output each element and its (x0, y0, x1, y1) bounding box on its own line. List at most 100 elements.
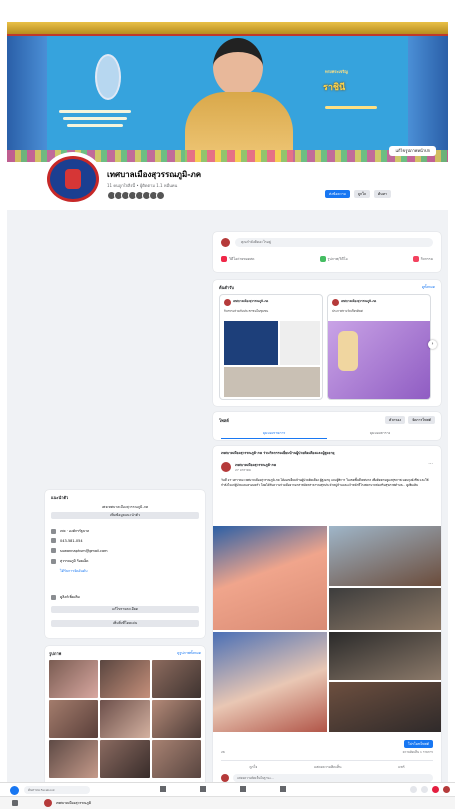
boost-post-button[interactable]: โปรโมทโพสต์ (403, 740, 433, 748)
featured-card[interactable]: เทศบาลเมืองสุวรรณภูมิ-ภค กิจกรรมร่วมกับป… (219, 294, 323, 400)
featured-image (280, 321, 320, 365)
add-bio-button[interactable]: เพิ่มข้อมูลแนะนำตัว (51, 512, 199, 519)
avatar (332, 299, 339, 306)
info-icon (51, 528, 56, 534)
intro-row-text[interactable]: ดูลิงก์เพิ่มเติม (60, 594, 80, 600)
post-photo[interactable] (213, 526, 327, 630)
create-post-card: คุณกำลังคิดอะไรอยู่ วิดีโอถ่ายทอดสด รูปภ… (213, 232, 441, 272)
post-timestamp[interactable]: 27 มกราคม (235, 468, 251, 473)
video-icon[interactable] (200, 786, 206, 792)
featured-section: ต้นตำรับ ดูทั้งหมด เทศบาลเมืองสุวรรณภูมิ… (213, 280, 441, 406)
comment-action-button[interactable]: แสดงความคิดเห็น (314, 764, 341, 770)
photos-grid (49, 660, 201, 778)
photo-thumbnail[interactable] (100, 700, 150, 738)
photo-thumbnail[interactable] (49, 740, 99, 778)
more-options-icon[interactable]: ··· (428, 461, 433, 467)
intro-row-email: suwannaphum@gmail.com (51, 548, 108, 553)
posts-view-tabs: มุมมองรายการ มุมมองตาราง (221, 430, 433, 439)
account-avatar[interactable] (443, 786, 450, 793)
photo-thumbnail[interactable] (49, 700, 99, 738)
facebook-bottom-bar: ค้นหาบน Facebook (0, 782, 455, 796)
post-photo[interactable] (329, 588, 441, 630)
edit-details-button[interactable]: แก้ไขรายละเอียด (51, 606, 199, 613)
see-all-photos-link[interactable]: ดูรูปภาพทั้งหมด (177, 650, 201, 656)
reaction-count[interactable]: 26 (221, 750, 225, 755)
intro-row-text: สุวรรณภูมิ ร้อยเอ็ด (60, 559, 89, 563)
featured-image (224, 321, 278, 365)
chevron-right-icon[interactable]: › (428, 340, 437, 349)
intro-row-text: เพจ · องค์กรรัฐบาล (60, 529, 90, 533)
menu-icon[interactable] (410, 786, 417, 793)
edit-cover-button[interactable]: แก้ไขรูปภาพหน้าปก (389, 146, 436, 156)
photo-thumbnail[interactable] (100, 660, 150, 698)
search-button[interactable]: ค้นหา (373, 190, 391, 198)
intro-row-links: ดูลิงก์เพิ่มเติม (51, 594, 80, 600)
intro-description: เพจเทศบาลเมืองสุวรรณภูมิ-ภค (101, 505, 149, 509)
cover-name-text: ราชินี (323, 83, 346, 93)
message-button[interactable]: ส่งข้อความ (325, 190, 350, 198)
add-featured-button[interactable]: เพิ่มสิ่งที่โดดเด่น (51, 620, 199, 627)
featured-image (224, 367, 320, 397)
page-icon (12, 800, 18, 806)
manage-posts-button[interactable]: จัดการโพสต์ (408, 416, 435, 424)
post-photo[interactable] (329, 526, 441, 586)
facebook-logo-icon[interactable] (10, 786, 19, 795)
notifications-icon[interactable] (432, 786, 439, 793)
photo-video-button[interactable]: รูปภาพ/วิดีโอ (319, 256, 348, 262)
avatar[interactable] (221, 462, 231, 472)
photos-card: รูปภาพ ดูรูปภาพทั้งหมด (45, 646, 205, 786)
filter-button[interactable]: ตัวกรอง (385, 416, 406, 424)
messenger-icon[interactable] (421, 786, 428, 793)
marketplace-icon[interactable] (240, 786, 246, 792)
page-avatar[interactable] (43, 152, 103, 204)
featured-card-author: เทศบาลเมืองสุวรรณภูมิ-ภค (341, 299, 377, 303)
post-photo[interactable] (213, 632, 327, 732)
link-icon (51, 594, 56, 600)
posts-header-actions: ตัวกรอง จัดการโพสต์ (385, 416, 435, 424)
tab-grid-view[interactable]: มุมมองตาราง (327, 430, 433, 439)
post-photo[interactable] (329, 682, 441, 732)
featured-card[interactable]: เทศบาลเมืองสุวรรณภูมิ-ภค ประกาศรางวัลเกี… (327, 294, 431, 400)
like-button[interactable]: ถูกใจ (353, 190, 370, 198)
follower-avatars[interactable] (107, 191, 165, 200)
live-video-button[interactable]: วิดีโอถ่ายทอดสด (221, 256, 254, 262)
intro-row-text[interactable]: ได้รับการจัดอันดับ (60, 568, 87, 574)
intro-row-rating: ได้รับการจัดอันดับ (51, 568, 87, 574)
like-action-button[interactable]: ถูกใจ (249, 764, 257, 770)
event-button[interactable]: กิจกรรม (412, 256, 433, 262)
tab-list-view[interactable]: มุมมองรายการ (221, 430, 327, 439)
home-icon[interactable] (160, 786, 166, 792)
create-post-input[interactable]: คุณกำลังคิดอะไรอยู่ (235, 238, 433, 247)
comment-count[interactable]: ความคิดเห็น 1 รายการ (403, 750, 433, 755)
event-icon (412, 256, 419, 262)
intro-row-text[interactable]: suwannaphum@gmail.com (60, 549, 108, 553)
live-video-icon (221, 256, 227, 262)
live-video-label: วิดีโอถ่ายทอดสด (229, 257, 255, 261)
page-header: ทรงพระเจริญ ราชินี แก้ไขรูปภาพหน้าปก เทศ… (7, 0, 448, 210)
avatar (221, 774, 229, 782)
trophy-icon (338, 331, 358, 371)
cover-photo[interactable]: ทรงพระเจริญ ราชินี แก้ไขรูปภาพหน้าปก (7, 22, 448, 162)
post-photo[interactable] (329, 632, 441, 680)
photos-title: รูปภาพ (49, 651, 62, 656)
cover-text-line (67, 124, 123, 127)
create-post-actions: วิดีโอถ่ายทอดสด รูปภาพ/วิดีโอ กิจกรรม (221, 256, 433, 262)
photo-thumbnail[interactable] (151, 660, 201, 698)
facebook-search-input[interactable]: ค้นหาบน Facebook (24, 786, 90, 794)
photo-thumbnail[interactable] (151, 700, 201, 738)
event-label: กิจกรรม (420, 257, 433, 261)
intro-row-category: เพจ · องค์กรรัฐบาล (51, 528, 89, 534)
featured-see-all-link[interactable]: ดูทั้งหมด (422, 284, 435, 290)
curtain-left (7, 22, 47, 162)
photo-thumbnail[interactable] (151, 740, 201, 778)
comment-input[interactable]: แสดงความคิดเห็นในฐานะ... (233, 774, 433, 782)
share-action-button[interactable]: แชร์ (398, 764, 405, 770)
featured-card-text: ประกาศรางวัลเกียรติยศ (332, 309, 363, 313)
post-body: วันที่ 27 มกราคม เทศบาลเมืองสุวรรณภูมิ-ภ… (221, 478, 429, 487)
groups-icon[interactable] (280, 786, 286, 792)
photo-thumbnail[interactable] (100, 740, 150, 778)
posts-title: โพสต์ (219, 418, 229, 423)
page-switch-label[interactable]: เทศบาลเมืองสุวรรณภูมิ (56, 800, 91, 806)
photo-thumbnail[interactable] (49, 660, 99, 698)
intro-row-text: 043-581-054 (60, 538, 83, 543)
